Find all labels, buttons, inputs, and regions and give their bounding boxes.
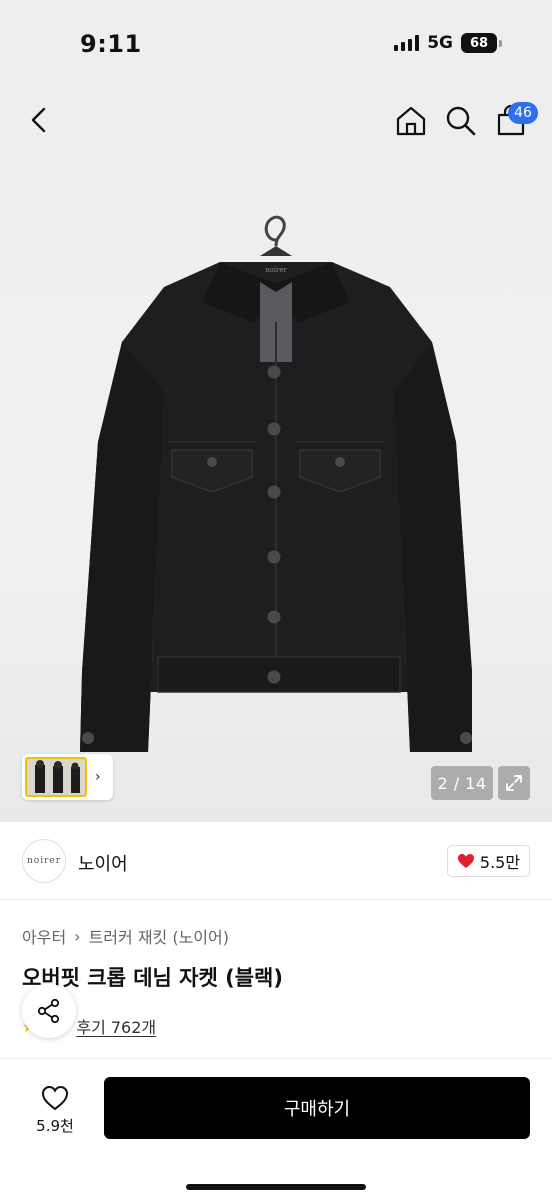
image-counter: 2 / 14 [431,766,493,800]
home-button[interactable] [394,104,428,138]
share-icon [37,998,60,1024]
brand-row[interactable]: noirer 노이어 5.5만 [0,822,552,900]
wishlist-button[interactable]: 5.9천 [22,1077,88,1143]
jacket-label: noirer [265,266,287,274]
brand-like-count: 5.5만 [479,853,521,872]
breadcrumb-category[interactable]: 아우터 [22,924,66,948]
product-photo: noirer [80,215,472,752]
brand-like-button[interactable]: 5.5만 [447,845,530,877]
status-indicators: 5G 68 [394,33,502,53]
cart-count-badge: 46 [508,102,538,124]
brand-logo[interactable]: noirer [22,839,66,883]
thumbnail-image[interactable] [25,757,87,797]
battery-icon: 68 [461,33,497,53]
home-indicator [186,1184,366,1190]
search-icon [446,106,476,136]
battery-level: 68 [469,35,489,51]
thumbnail-strip[interactable]: › [22,754,113,800]
brand-name[interactable]: 노이어 [78,850,128,876]
back-button[interactable] [24,104,56,136]
expand-icon [506,775,522,791]
thumbnail-models-image [27,759,85,795]
chevron-right-icon: › [95,769,101,785]
breadcrumb: 아우터 › 트러커 재킷 (노이어) [22,924,229,948]
chevron-left-icon [31,107,46,133]
buy-button[interactable]: 구매하기 [104,1077,530,1139]
expand-image-button[interactable] [498,766,530,800]
signal-icon [394,35,420,51]
breadcrumb-separator-icon: › [74,926,81,946]
bottom-action-bar: 5.9천 구매하기 [0,1058,552,1200]
product-image-gallery[interactable]: 46 noirer › 2 / 14 [0,92,552,822]
network-label: 5G [427,33,453,53]
search-button[interactable] [444,104,478,138]
heart-outline-icon [41,1085,69,1110]
status-bar: 9:11 5G 68 [0,0,552,92]
wishlist-count: 5.9천 [36,1116,74,1135]
status-time: 9:11 [80,30,142,58]
battery-tip [499,39,502,47]
home-icon [396,106,426,136]
breadcrumb-subcategory[interactable]: 트러커 재킷 (노이어) [89,924,229,948]
review-count-link[interactable]: 후기 762개 [76,1014,156,1038]
heart-filled-icon [457,854,474,868]
share-button[interactable] [22,984,76,1038]
